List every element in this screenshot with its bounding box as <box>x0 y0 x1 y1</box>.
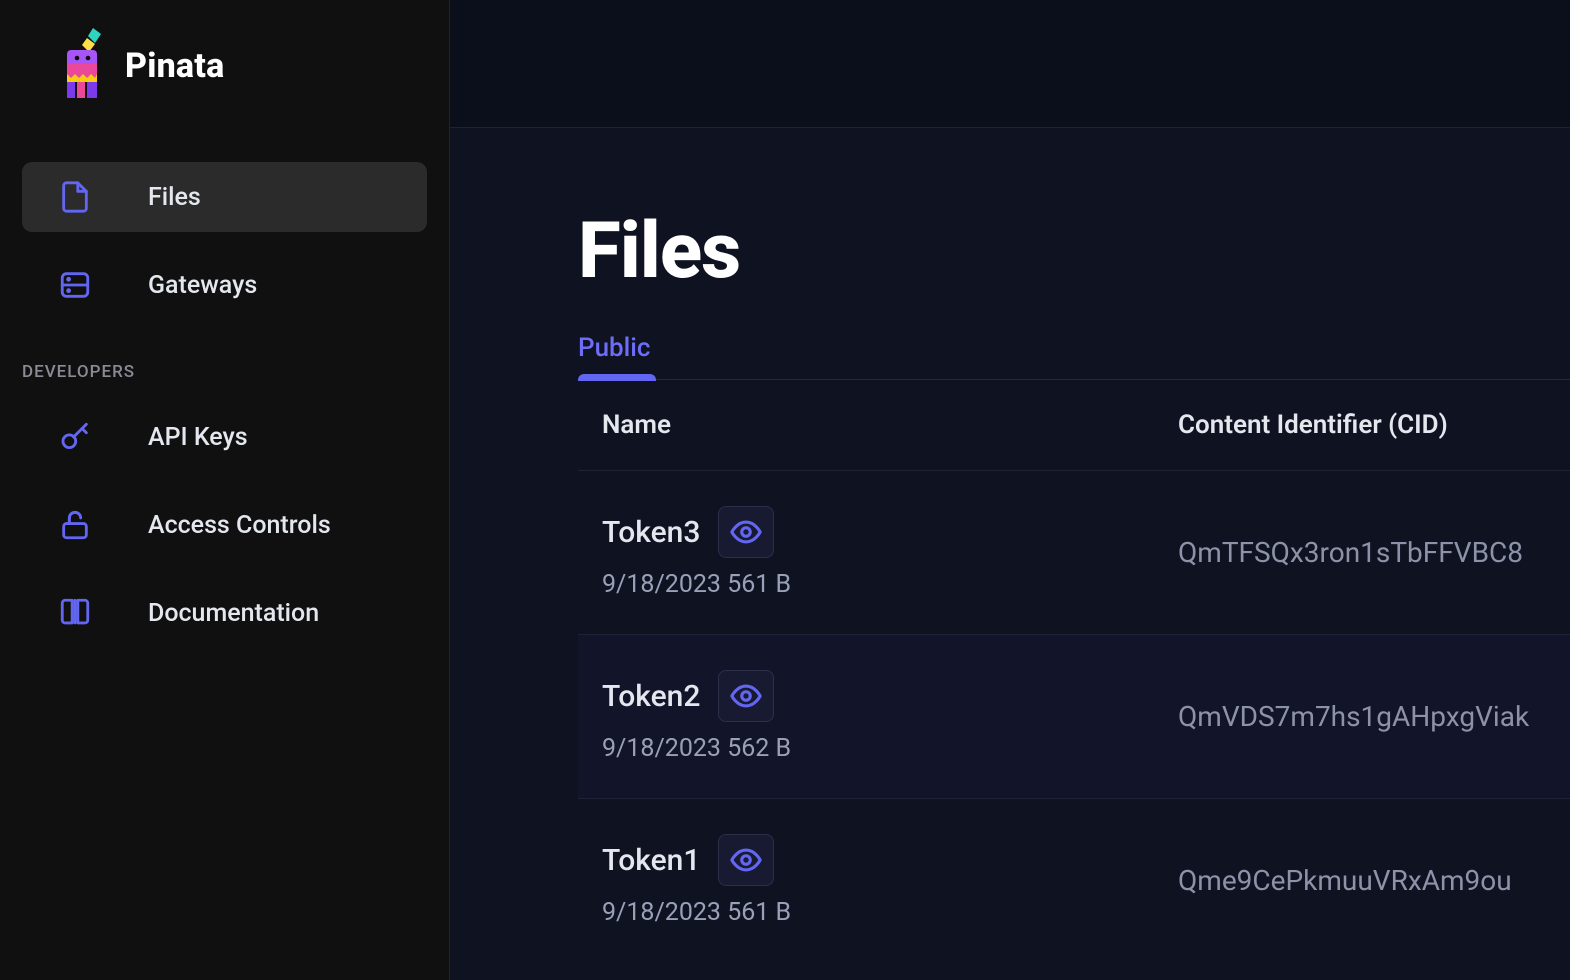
sidebar-item-gateways[interactable]: Gateways <box>22 250 427 320</box>
tabs: Public <box>578 333 1570 379</box>
table-row[interactable]: Token1 9/18/2023 561 B Qme9CePkmuuVRxAm9… <box>578 798 1570 962</box>
eye-icon <box>729 679 763 713</box>
file-meta: 9/18/2023 561 B <box>602 570 1178 599</box>
sidebar-item-label: Gateways <box>148 271 257 300</box>
sidebar-item-label: Access Controls <box>148 511 331 540</box>
preview-button[interactable] <box>718 506 774 558</box>
nav-developers: API Keys Access Controls Do <box>0 402 449 666</box>
sidebar-item-documentation[interactable]: Documentation <box>22 578 427 648</box>
brand-name: Pinata <box>125 46 224 86</box>
eye-icon <box>729 843 763 877</box>
topbar <box>450 0 1570 128</box>
file-name: Token1 <box>602 843 700 878</box>
sidebar-item-label: Files <box>148 183 201 212</box>
file-meta: 9/18/2023 561 B <box>602 898 1178 927</box>
eye-icon <box>729 515 763 549</box>
sidebar-item-label: API Keys <box>148 423 248 452</box>
sidebar-item-access-controls[interactable]: Access Controls <box>22 490 427 560</box>
files-table: Name Content Identifier (CID) Token3 <box>578 379 1570 962</box>
pinata-logo-icon <box>55 28 107 104</box>
key-icon <box>58 420 92 454</box>
page-title: Files <box>578 206 1570 297</box>
nav-primary: Files Gateways <box>0 162 449 338</box>
book-icon <box>58 596 92 630</box>
tab-public[interactable]: Public <box>578 333 651 379</box>
file-cid: QmTFSQx3ron1sTbFFVBC8 <box>1178 536 1570 569</box>
preview-button[interactable] <box>718 670 774 722</box>
sidebar-item-api-keys[interactable]: API Keys <box>22 402 427 472</box>
column-cid: Content Identifier (CID) <box>1178 410 1570 440</box>
main-content: Files Public Name Content Identifier (CI… <box>450 0 1570 980</box>
preview-button[interactable] <box>718 834 774 886</box>
unlock-icon <box>58 508 92 542</box>
table-row[interactable]: Token3 9/18/2023 561 B QmTFSQx3ron1sTbFF… <box>578 470 1570 634</box>
brand-row: Pinata <box>0 28 449 104</box>
sidebar-item-label: Documentation <box>148 599 319 628</box>
file-name: Token2 <box>602 679 700 714</box>
file-icon <box>58 180 92 214</box>
file-name: Token3 <box>602 515 700 550</box>
file-cid: Qme9CePkmuuVRxAm9ou <box>1178 864 1570 897</box>
file-meta: 9/18/2023 562 B <box>602 734 1178 763</box>
server-icon <box>58 268 92 302</box>
table-header: Name Content Identifier (CID) <box>578 380 1570 470</box>
sidebar-item-files[interactable]: Files <box>22 162 427 232</box>
section-label-developers: DEVELOPERS <box>0 338 449 402</box>
sidebar: Pinata Files Gateways DEV <box>0 0 450 980</box>
column-name: Name <box>578 410 1178 440</box>
table-row[interactable]: Token2 9/18/2023 562 B QmVDS7m7hs1gAHpxg… <box>578 634 1570 798</box>
file-cid: QmVDS7m7hs1gAHpxgViak <box>1178 700 1570 733</box>
